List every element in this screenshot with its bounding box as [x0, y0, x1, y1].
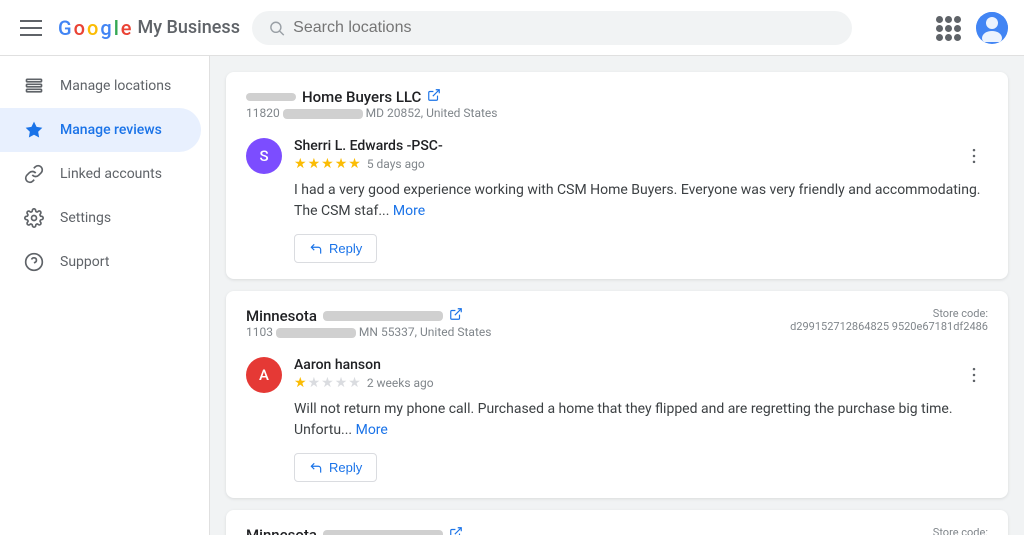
reviewer-avatar-2: A: [246, 357, 282, 393]
business-name-text-2: Minnesota: [246, 307, 317, 325]
blurred-name-1: [246, 93, 296, 101]
search-bar[interactable]: [252, 11, 852, 45]
help-icon: [24, 252, 44, 272]
reply-label-2: Reply: [329, 460, 362, 475]
reviewer-name-1: Sherri L. Edwards -PSC-: [294, 138, 443, 154]
review-date-2: 2 weeks ago: [367, 376, 434, 390]
logo-l: l: [114, 16, 119, 40]
business-addr-1: 11820 MD 20852, United States: [246, 106, 498, 120]
sidebar-item-manage-reviews[interactable]: Manage reviews: [0, 108, 201, 152]
logo-o2: o: [87, 16, 98, 40]
star-2-1: ★: [294, 375, 307, 391]
logo-g: G: [58, 16, 72, 40]
blurred-addr-2: [276, 328, 356, 338]
review-text-1: I had a very good experience working wit…: [294, 180, 988, 222]
store-code-3: Store code:d299152712864825 9520e67181df…: [790, 526, 988, 535]
logo-e: e: [121, 16, 132, 40]
star-1-3: ★: [321, 156, 334, 172]
star-1-4: ★: [335, 156, 348, 172]
reply-button-2[interactable]: Reply: [294, 453, 377, 482]
star-1-1: ★: [294, 156, 307, 172]
reviewer-avatar-1: S: [246, 138, 282, 174]
more-options-2[interactable]: [960, 361, 988, 389]
review-date-1: 5 days ago: [367, 157, 425, 171]
business-name-text-1: Home Buyers LLC: [302, 88, 421, 106]
sidebar: Manage locations Manage reviews Linked a…: [0, 56, 210, 535]
topbar: Google My Business: [0, 0, 1024, 56]
stars-2: ★ ★ ★ ★ ★: [294, 375, 361, 391]
reply-label-1: Reply: [329, 241, 362, 256]
business-name-2: Minnesota: [246, 307, 491, 325]
search-icon: [268, 19, 285, 37]
external-link-icon-3[interactable]: [449, 526, 463, 535]
review-text-2: Will not return my phone call. Purchased…: [294, 399, 988, 441]
main-content: Home Buyers LLC 11820 MD 20852, United S…: [210, 56, 1024, 535]
list-icon: [24, 76, 44, 96]
external-link-icon-1[interactable]: [427, 88, 441, 106]
sidebar-item-support[interactable]: Support: [0, 240, 201, 284]
logo-g2: g: [100, 16, 111, 40]
star-1-2: ★: [308, 156, 321, 172]
sidebar-item-linked-accounts[interactable]: Linked accounts: [0, 152, 201, 196]
review-more-link-2[interactable]: More: [356, 422, 388, 438]
sidebar-item-manage-locations[interactable]: Manage locations: [0, 64, 201, 108]
business-name-1: Home Buyers LLC: [246, 88, 498, 106]
card-header-3: Minnesota 1103 MN 55337, United States S…: [246, 526, 988, 535]
logo-o1: o: [74, 16, 85, 40]
reviewer-initial-2: A: [259, 366, 269, 384]
main-layout: Manage locations Manage reviews Linked a…: [0, 56, 1024, 535]
search-input[interactable]: [293, 19, 836, 37]
sidebar-label-linked-accounts: Linked accounts: [60, 166, 162, 182]
star-1-5: ★: [348, 156, 361, 172]
reviewer-name-2: Aaron hanson: [294, 357, 434, 373]
reply-button-1[interactable]: Reply: [294, 234, 377, 263]
sidebar-label-support: Support: [60, 254, 109, 270]
card-header-1: Home Buyers LLC 11820 MD 20852, United S…: [246, 88, 988, 130]
logo-brand: My Business: [138, 17, 240, 38]
link-icon: [24, 164, 44, 184]
review-more-link-1[interactable]: More: [393, 203, 425, 219]
business-name-text-3: Minnesota: [246, 526, 317, 535]
gear-icon: [24, 208, 44, 228]
star-2-3: ★: [321, 375, 334, 391]
sidebar-label-settings: Settings: [60, 210, 111, 226]
user-avatar[interactable]: [976, 12, 1008, 44]
star-2-4: ★: [335, 375, 348, 391]
sidebar-label-manage-locations: Manage locations: [60, 78, 171, 94]
stars-1: ★ ★ ★ ★ ★: [294, 156, 361, 172]
review-body-2: A Aaron hanson ★ ★ ★ ★: [246, 357, 988, 482]
external-link-icon-2[interactable]: [449, 307, 463, 325]
reviewer-initial-1: S: [259, 147, 268, 165]
blurred-biz-2: [323, 311, 443, 321]
review-body-1: S Sherri L. Edwards -PSC- ★ ★ ★ ★: [246, 138, 988, 263]
card-header-2: Minnesota 1103 MN 55337, United States S…: [246, 307, 988, 349]
star-2-2: ★: [308, 375, 321, 391]
reply-icon-2: [309, 461, 323, 475]
hamburger-menu[interactable]: [16, 16, 46, 40]
review-card-2: Minnesota 1103 MN 55337, United States S…: [226, 291, 1008, 498]
review-card-1: Home Buyers LLC 11820 MD 20852, United S…: [226, 72, 1008, 279]
app-logo: Google My Business: [58, 16, 240, 40]
star-2-5: ★: [348, 375, 361, 391]
topbar-right: [936, 12, 1008, 44]
business-info-1: Home Buyers LLC 11820 MD 20852, United S…: [246, 88, 498, 130]
business-addr-2: 1103 MN 55337, United States: [246, 325, 491, 339]
reply-icon-1: [309, 242, 323, 256]
sidebar-item-settings[interactable]: Settings: [0, 196, 201, 240]
business-info-3: Minnesota 1103 MN 55337, United States: [246, 526, 491, 535]
business-info-2: Minnesota 1103 MN 55337, United States: [246, 307, 491, 349]
reviewer-info-2: Aaron hanson ★ ★ ★ ★ ★ 2 weeks ago: [294, 357, 988, 482]
blurred-addr-1: [283, 109, 363, 119]
reviewer-info-1: Sherri L. Edwards -PSC- ★ ★ ★ ★ ★ 5 days…: [294, 138, 988, 263]
blurred-biz-3: [323, 530, 443, 535]
store-code-2: Store code:d299152712864825 9520e67181df…: [790, 307, 988, 333]
sidebar-label-manage-reviews: Manage reviews: [60, 122, 162, 138]
business-name-3: Minnesota: [246, 526, 491, 535]
avatar-image: [976, 12, 1008, 44]
star-icon: [24, 120, 44, 140]
review-card-3: Minnesota 1103 MN 55337, United States S…: [226, 510, 1008, 535]
more-options-1[interactable]: [960, 142, 988, 170]
apps-grid-icon[interactable]: [936, 16, 960, 40]
